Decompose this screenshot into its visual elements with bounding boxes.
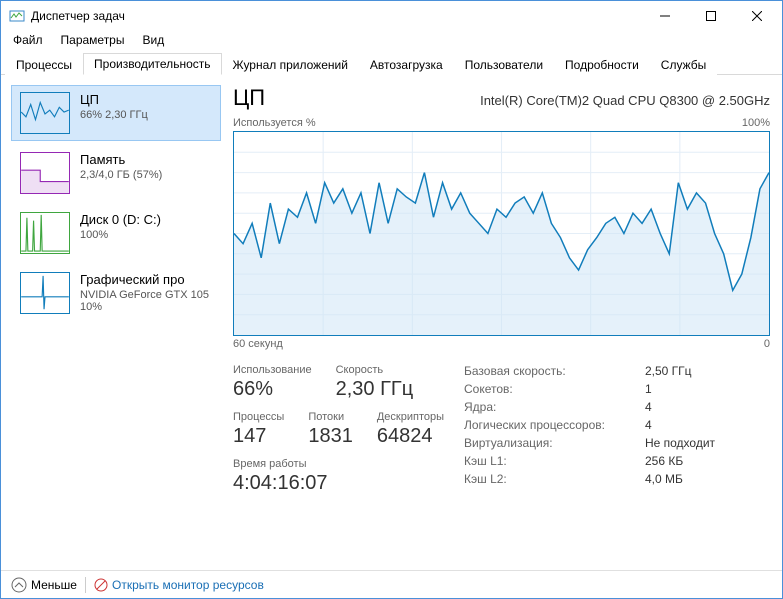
tab-strip: ПроцессыПроизводительностьЖурнал приложе…: [1, 51, 782, 75]
spec-value: 4,0 МБ: [645, 472, 715, 486]
chart-xleft: 60 секунд: [233, 338, 283, 350]
menu-файл[interactable]: Файл: [5, 31, 51, 51]
stat-label: Потоки: [308, 411, 353, 423]
content-area: ЦП 66% 2,30 ГГц Память 2,3/4,0 ГБ (57%) Диск…: [1, 75, 782, 570]
side-title: Диск 0 (D: C:): [80, 212, 161, 227]
chart-label-usage: Используется %: [233, 117, 316, 129]
stat-label: Процессы: [233, 411, 284, 423]
side-title: ЦП: [80, 92, 148, 107]
close-button[interactable]: [734, 1, 780, 31]
chart-xright: 0: [764, 338, 770, 350]
stat-block: Использование 66%: [233, 364, 312, 401]
spec-key: Виртуализация:: [464, 436, 605, 450]
tab-2[interactable]: Журнал приложений: [222, 54, 359, 75]
titlebar: Диспетчер задач: [1, 1, 782, 31]
chart-top-labels: Используется % 100%: [233, 117, 770, 129]
stats-left: Использование 66% Скорость 2,30 ГГц Процессы…: [233, 364, 444, 495]
tab-0[interactable]: Процессы: [5, 54, 83, 75]
stat-value: 147: [233, 425, 284, 448]
side-sub: 66% 2,30 ГГц: [80, 109, 148, 121]
chart-bottom-labels: 60 секунд 0: [233, 338, 770, 350]
spec-key: Кэш L2:: [464, 472, 605, 486]
sidebar: ЦП 66% 2,30 ГГц Память 2,3/4,0 ГБ (57%) Диск…: [11, 85, 221, 564]
spec-key: Кэш L1:: [464, 454, 605, 468]
stat-block: Процессы 147: [233, 411, 284, 448]
stats-right: Базовая скорость: 2,50 ГГц Сокетов: 1 Ядра: 4…: [464, 364, 715, 495]
stat-label: Дескрипторы: [377, 411, 444, 423]
side-sub: NVIDIA GeForce GTX 105: [80, 289, 209, 301]
spec-value: 4: [645, 418, 715, 432]
stat-value: 66%: [233, 378, 312, 401]
side-sub: 2,3/4,0 ГБ (57%): [80, 169, 162, 181]
spec-key: Базовая скорость:: [464, 364, 605, 378]
sidebar-item-0[interactable]: ЦП 66% 2,30 ГГц: [11, 85, 221, 141]
thumb-chart-icon: [20, 212, 70, 254]
menu-вид[interactable]: Вид: [134, 31, 172, 51]
spec-value: 4: [645, 400, 715, 414]
open-resource-monitor-link[interactable]: Открыть монитор ресурсов: [94, 578, 264, 592]
stats-section: Использование 66% Скорость 2,30 ГГц Процессы…: [233, 364, 770, 495]
sidebar-item-1[interactable]: Память 2,3/4,0 ГБ (57%): [11, 145, 221, 201]
stat-row: Время работы 4:04:16:07: [233, 458, 444, 495]
menubar: ФайлПараметрыВид: [1, 31, 782, 51]
spec-key: Логических процессоров:: [464, 418, 605, 432]
stat-label: Время работы: [233, 458, 328, 470]
cpu-model: Intel(R) Core(TM)2 Quad CPU Q8300 @ 2.50…: [480, 93, 770, 108]
separator: [85, 577, 86, 593]
tab-3[interactable]: Автозагрузка: [359, 54, 454, 75]
spec-key: Ядра:: [464, 400, 605, 414]
stat-value: 1831: [308, 425, 353, 448]
main-panel: ЦП Intel(R) Core(TM)2 Quad CPU Q8300 @ 2…: [233, 85, 770, 564]
spec-value: 1: [645, 382, 715, 396]
fewer-details-button[interactable]: Меньше: [11, 577, 77, 593]
chevron-up-circle-icon: [11, 577, 27, 593]
stat-value: 4:04:16:07: [233, 472, 328, 495]
header-row: ЦП Intel(R) Core(TM)2 Quad CPU Q8300 @ 2…: [233, 85, 770, 111]
chart-label-max: 100%: [742, 117, 770, 129]
spec-value: 256 КБ: [645, 454, 715, 468]
menu-параметры[interactable]: Параметры: [53, 31, 133, 51]
spec-value: Не подходит: [645, 436, 715, 450]
maximize-button[interactable]: [688, 1, 734, 31]
spec-key: Сокетов:: [464, 382, 605, 396]
tab-5[interactable]: Подробности: [554, 54, 650, 75]
resource-monitor-icon: [94, 578, 108, 592]
spec-value: 2,50 ГГц: [645, 364, 715, 378]
stat-block: Дескрипторы 64824: [377, 411, 444, 448]
stat-row: Использование 66% Скорость 2,30 ГГц: [233, 364, 444, 401]
side-sub: 100%: [80, 229, 161, 241]
status-bar: Меньше Открыть монитор ресурсов: [1, 570, 782, 598]
minimize-button[interactable]: [642, 1, 688, 31]
thumb-chart-icon: [20, 92, 70, 134]
stat-label: Использование: [233, 364, 312, 376]
cpu-chart[interactable]: [233, 131, 770, 336]
app-icon: [9, 8, 25, 24]
tab-4[interactable]: Пользователи: [454, 54, 554, 75]
tab-6[interactable]: Службы: [650, 54, 717, 75]
thumb-chart-icon: [20, 152, 70, 194]
stat-block: Потоки 1831: [308, 411, 353, 448]
thumb-chart-icon: [20, 272, 70, 314]
stat-label: Скорость: [336, 364, 414, 376]
window-title: Диспетчер задач: [31, 9, 642, 23]
sidebar-item-3[interactable]: Графический про NVIDIA GeForce GTX 10510%: [11, 265, 221, 321]
page-title: ЦП: [233, 85, 265, 111]
stat-value: 64824: [377, 425, 444, 448]
side-sub2: 10%: [80, 301, 209, 313]
sidebar-item-2[interactable]: Диск 0 (D: C:) 100%: [11, 205, 221, 261]
stat-block: Время работы 4:04:16:07: [233, 458, 328, 495]
stat-block: Скорость 2,30 ГГц: [336, 364, 414, 401]
stat-row: Процессы 147 Потоки 1831 Дескрипторы 64824: [233, 411, 444, 448]
side-title: Графический про: [80, 272, 209, 287]
tab-1[interactable]: Производительность: [83, 53, 221, 75]
stat-value: 2,30 ГГц: [336, 378, 414, 401]
window: Диспетчер задач ФайлПараметрыВид Процесс…: [0, 0, 783, 599]
side-title: Память: [80, 152, 162, 167]
